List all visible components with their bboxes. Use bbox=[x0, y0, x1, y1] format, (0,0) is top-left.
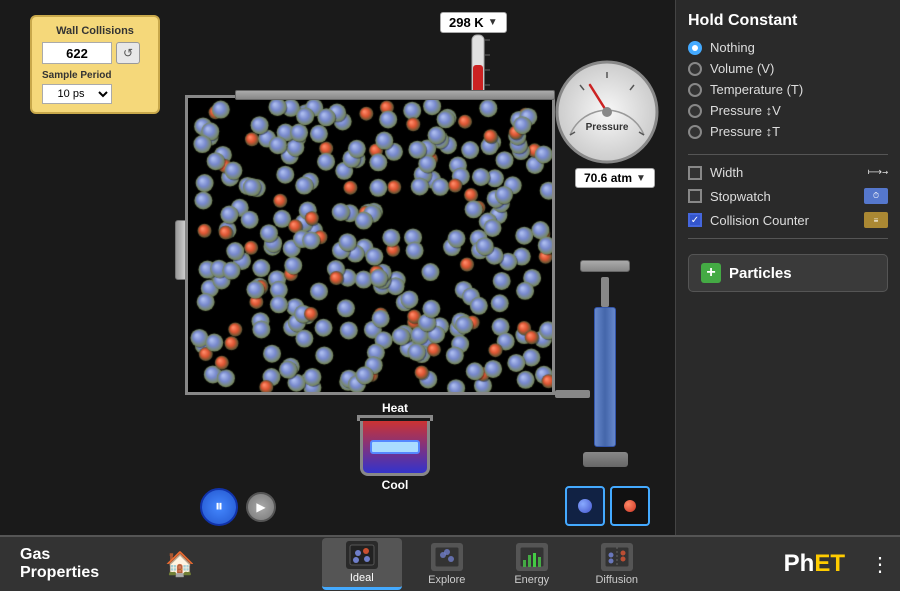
heat-label: Heat bbox=[355, 401, 435, 415]
tab-explore-icon bbox=[431, 543, 463, 571]
tab-ideal-label: Ideal bbox=[350, 572, 374, 584]
pressure-value: 70.6 atm bbox=[584, 171, 632, 185]
radio-label-pressure-v: Pressure ↕V bbox=[710, 103, 781, 118]
blue-particle-dot bbox=[578, 499, 592, 513]
particles-section: + Particles bbox=[688, 254, 888, 292]
tab-energy-label: Energy bbox=[514, 574, 549, 586]
phet-area: PhET ⋮ bbox=[769, 550, 900, 578]
particle-selector bbox=[565, 486, 650, 526]
sample-period-dropdown[interactable]: 10 ps 20 ps 50 ps bbox=[42, 84, 112, 104]
radio-btn-pressure-v[interactable] bbox=[688, 104, 702, 118]
red-particle-button[interactable] bbox=[610, 486, 650, 526]
radio-option-pressure-t[interactable]: Pressure ↕T bbox=[688, 124, 888, 139]
checkbox-label-collision: Collision Counter bbox=[710, 213, 856, 228]
pump[interactable] bbox=[580, 260, 630, 460]
radio-btn-volume[interactable] bbox=[688, 62, 702, 76]
radio-label-nothing: Nothing bbox=[710, 40, 755, 55]
radio-label-volume: Volume (V) bbox=[710, 61, 774, 76]
heat-cool-slider-track bbox=[363, 421, 427, 473]
tab-energy-icon bbox=[516, 543, 548, 571]
checkbox-box-collision[interactable] bbox=[688, 213, 702, 227]
nav-tabs: Ideal Explore bbox=[210, 537, 769, 591]
radio-btn-pressure-t[interactable] bbox=[688, 125, 702, 139]
plus-icon: + bbox=[701, 263, 721, 283]
pump-pipe bbox=[555, 390, 590, 398]
sample-period-label: Sample Period bbox=[42, 70, 148, 81]
pause-icon: ⏸ bbox=[215, 498, 223, 516]
home-button[interactable]: 🏠 bbox=[150, 550, 210, 579]
right-panel: Hold Constant Nothing Volume (V) Tempera… bbox=[675, 0, 900, 535]
width-icon: ⟼→ bbox=[868, 167, 888, 178]
beaker-body bbox=[360, 421, 430, 476]
pressure-gauge: Pressure bbox=[555, 60, 660, 170]
radio-btn-temperature[interactable] bbox=[688, 83, 702, 97]
particles-label: Particles bbox=[729, 265, 792, 282]
menu-button[interactable]: ⋮ bbox=[860, 552, 900, 577]
cool-label: Cool bbox=[355, 478, 435, 492]
step-button[interactable]: ▶ bbox=[246, 492, 276, 522]
checkbox-box-stopwatch[interactable] bbox=[688, 189, 702, 203]
gas-container bbox=[185, 95, 555, 395]
checkbox-width[interactable]: Width ⟼→ bbox=[688, 165, 888, 180]
radio-option-volume[interactable]: Volume (V) bbox=[688, 61, 888, 76]
hold-constant-section: Hold Constant Nothing Volume (V) Tempera… bbox=[688, 12, 888, 139]
temperature-value: 298 K bbox=[449, 15, 484, 30]
blue-particle-button[interactable] bbox=[565, 486, 605, 526]
checkbox-collision-counter[interactable]: Collision Counter ≡ bbox=[688, 212, 888, 228]
collision-counter-icon: ≡ bbox=[864, 212, 888, 228]
app-title: Gas Properties bbox=[0, 546, 150, 582]
phet-logo: PhET bbox=[769, 550, 860, 578]
pressure-display: 70.6 atm ▼ bbox=[575, 168, 655, 188]
radio-label-temperature: Temperature (T) bbox=[710, 82, 803, 97]
radio-btn-nothing[interactable] bbox=[688, 41, 702, 55]
pump-body bbox=[594, 307, 616, 447]
hold-constant-title: Hold Constant bbox=[688, 12, 888, 30]
radio-option-nothing[interactable]: Nothing bbox=[688, 40, 888, 55]
playback-controls: ⏸ ▶ bbox=[200, 488, 276, 526]
radio-option-pressure-v[interactable]: Pressure ↕V bbox=[688, 103, 888, 118]
tab-diffusion-icon bbox=[601, 543, 633, 571]
red-particle-dot bbox=[624, 500, 636, 512]
wall-collisions-panel: Wall Collisions ↺ Sample Period 10 ps 20… bbox=[30, 15, 160, 114]
pump-nozzle bbox=[601, 277, 609, 307]
home-icon: 🏠 bbox=[165, 551, 195, 578]
tab-explore-label: Explore bbox=[428, 574, 465, 586]
divider-2 bbox=[688, 238, 888, 239]
bottom-bar: Gas Properties 🏠 Ideal bbox=[0, 535, 900, 591]
tab-ideal-icon bbox=[346, 541, 378, 569]
svg-text:Pressure: Pressure bbox=[586, 122, 629, 133]
wall-collisions-title: Wall Collisions bbox=[42, 25, 148, 37]
checkbox-label-stopwatch: Stopwatch bbox=[710, 189, 856, 204]
tab-energy[interactable]: Energy bbox=[492, 538, 572, 590]
particles-button[interactable]: + Particles bbox=[688, 254, 888, 292]
checkbox-box-width[interactable] bbox=[688, 166, 702, 180]
checkbox-label-width: Width bbox=[710, 165, 860, 180]
tab-ideal[interactable]: Ideal bbox=[322, 538, 402, 590]
temperature-dropdown[interactable]: ▼ bbox=[488, 17, 498, 28]
particle-canvas bbox=[188, 98, 555, 395]
reset-button[interactable]: ↺ bbox=[116, 42, 140, 64]
tab-diffusion[interactable]: Diffusion bbox=[577, 538, 657, 590]
top-piston bbox=[235, 90, 555, 100]
tab-diffusion-label: Diffusion bbox=[595, 574, 638, 586]
radio-label-pressure-t: Pressure ↕T bbox=[710, 124, 780, 139]
tab-explore[interactable]: Explore bbox=[407, 538, 487, 590]
heat-cool-panel: Heat Cool bbox=[355, 401, 435, 471]
step-icon: ▶ bbox=[256, 500, 265, 514]
checkbox-stopwatch[interactable]: Stopwatch ⏱ bbox=[688, 188, 888, 204]
divider-1 bbox=[688, 154, 888, 155]
pump-handle[interactable] bbox=[580, 260, 630, 272]
pump-base bbox=[583, 452, 628, 467]
heat-cool-slider[interactable] bbox=[370, 440, 420, 454]
stopwatch-icon: ⏱ bbox=[864, 188, 888, 204]
radio-option-temperature[interactable]: Temperature (T) bbox=[688, 82, 888, 97]
wall-collisions-input[interactable] bbox=[42, 42, 112, 64]
pressure-dropdown[interactable]: ▼ bbox=[636, 173, 646, 184]
pause-button[interactable]: ⏸ bbox=[200, 488, 238, 526]
